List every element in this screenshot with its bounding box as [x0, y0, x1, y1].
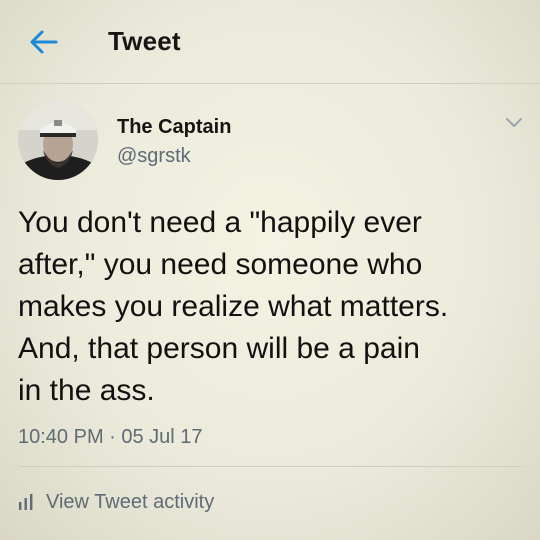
tweet-timestamp: 10:40 PM · 05 Jul 17 [18, 426, 203, 448]
view-tweet-activity-link[interactable]: View Tweet activity [18, 488, 214, 516]
tweet-text: You don't need a "happily ever after," y… [18, 202, 528, 412]
avatar[interactable] [18, 100, 98, 180]
author-handle[interactable]: @sgrstk [117, 145, 191, 168]
divider [18, 466, 522, 467]
arrow-left-icon [30, 30, 58, 54]
tweet-text-line: You don't need a "happily ever [18, 206, 422, 239]
tweet-text-line: makes you realize what matters. [18, 290, 449, 323]
page-title: Tweet [108, 26, 181, 56]
back-button[interactable] [24, 24, 64, 60]
tweet-screen: Tweet The Captain @sgrstk You don't need… [0, 0, 540, 540]
top-bar: Tweet [0, 0, 540, 84]
avatar-photo [18, 100, 98, 180]
author-name[interactable]: The Captain [117, 116, 231, 139]
tweet-text-line: And, that person will be a pain [18, 332, 420, 365]
tweet-text-line: in the ass. [18, 374, 155, 407]
more-options-button[interactable] [500, 110, 528, 136]
tweet-text-line: after," you need someone who [18, 248, 423, 281]
bar-chart-icon [19, 494, 33, 510]
activity-label: View Tweet activity [46, 490, 215, 513]
chevron-down-icon [506, 118, 522, 127]
